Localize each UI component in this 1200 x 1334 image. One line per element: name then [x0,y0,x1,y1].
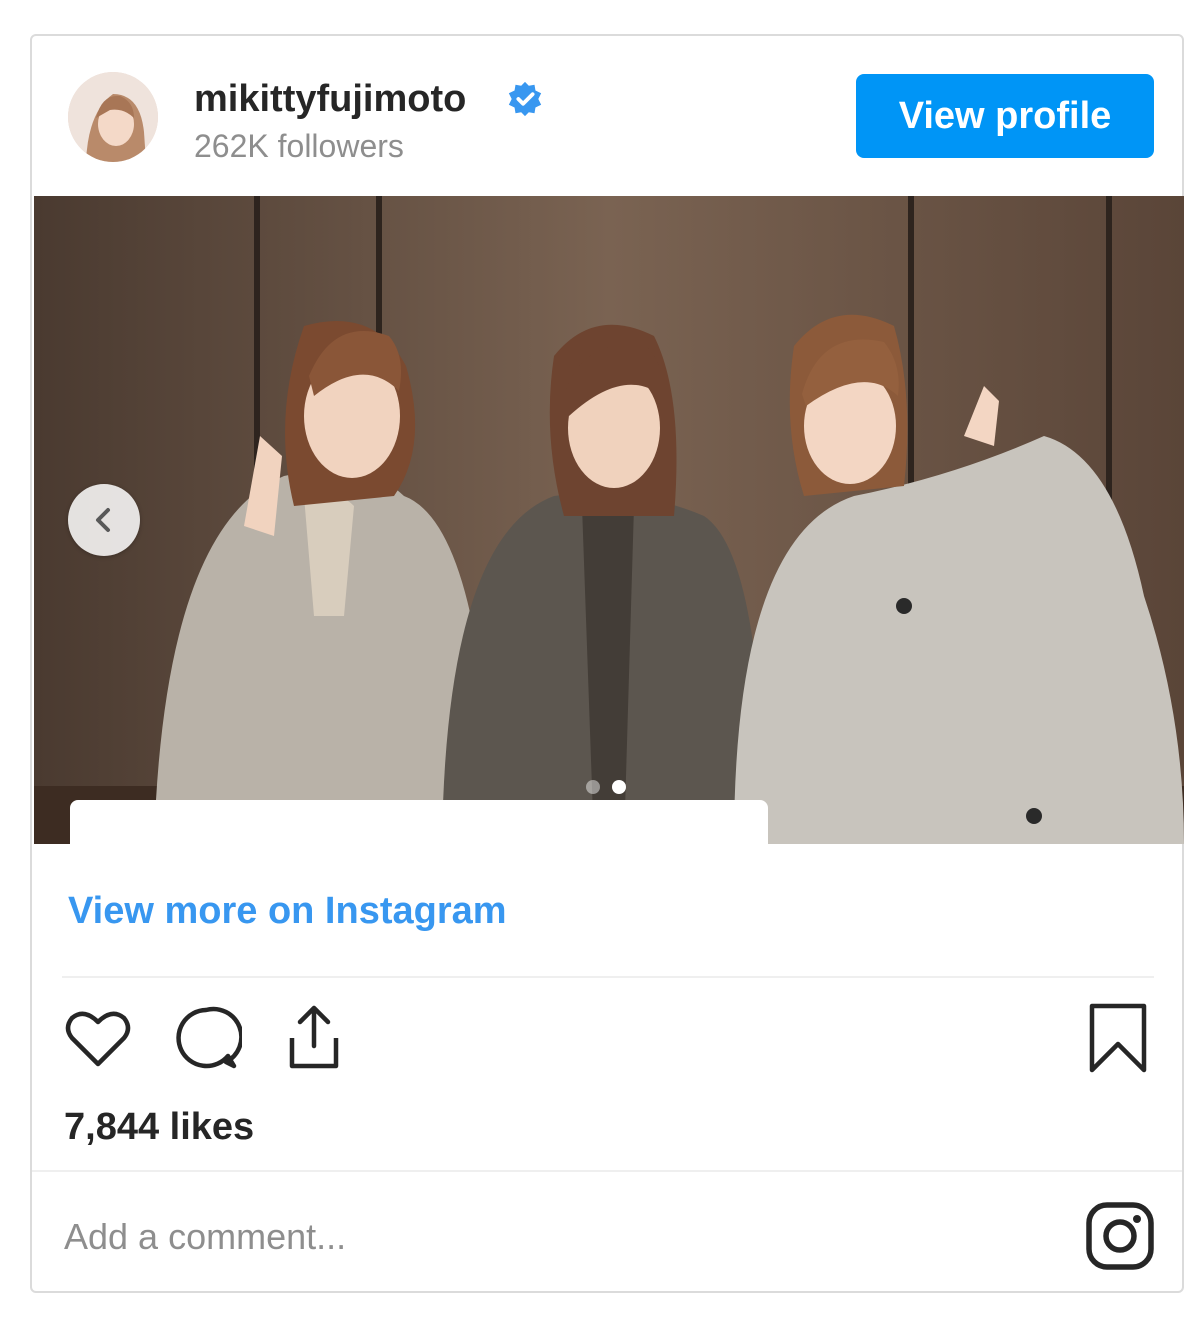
instagram-icon[interactable] [1084,1200,1156,1272]
comment-icon[interactable] [170,1002,242,1074]
carousel-indicator [586,780,626,794]
divider [32,1170,1182,1172]
post-image [34,196,1184,844]
divider [62,976,1154,978]
like-count: 7,844 likes [64,1106,255,1148]
view-profile-button[interactable]: View profile [856,74,1154,158]
follower-count: 262K followers [194,128,404,164]
caption-overlay [70,800,768,844]
chevron-left-icon [96,508,110,532]
username[interactable]: mikittyfujimoto [194,78,466,121]
carousel-dot-active [612,780,626,794]
bookmark-icon[interactable] [1082,1002,1154,1074]
instagram-embed-card: mikittyfujimoto 262K followers View prof… [30,34,1184,1293]
share-icon[interactable] [278,1002,350,1074]
carousel-dot [586,780,600,794]
heart-icon[interactable] [62,1002,134,1074]
comment-input[interactable]: Add a comment... [64,1216,346,1258]
post-photo[interactable] [34,196,1184,844]
view-more-link[interactable]: View more on Instagram [68,890,507,933]
avatar[interactable] [68,72,158,162]
carousel-prev-button[interactable] [68,484,140,556]
verified-badge-icon [508,81,542,117]
